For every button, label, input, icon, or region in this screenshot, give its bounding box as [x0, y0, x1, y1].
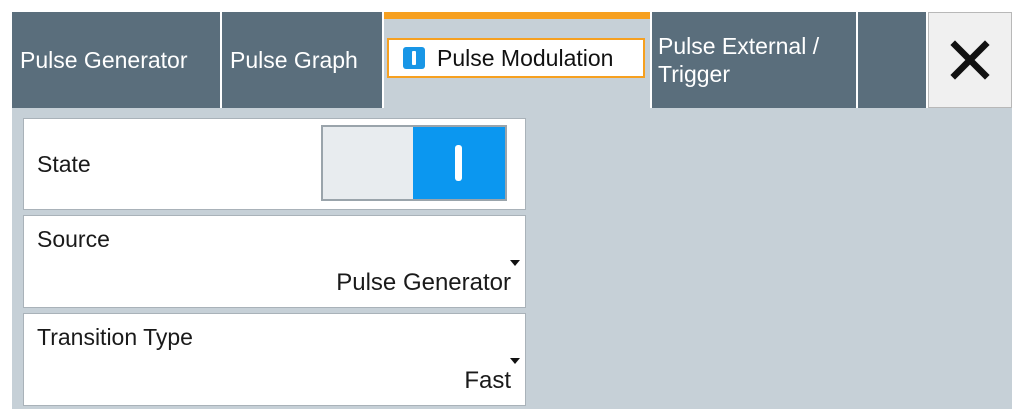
tab-pulse-generator-label: Pulse Generator — [20, 47, 188, 73]
tab-bar-spacer — [858, 12, 926, 108]
state-field: State — [23, 118, 526, 210]
tab-pulse-modulation[interactable]: Pulse Modulation — [384, 12, 650, 108]
tab-pulse-modulation-label: Pulse Modulation — [437, 44, 614, 71]
dropdown-caret-icon — [510, 358, 520, 364]
tab-pulse-external-label-line2: Trigger — [658, 61, 730, 87]
pulse-modulation-panel: State Source Pulse Generator Transition … — [12, 108, 1012, 409]
tab-pulse-external-label-line1: Pulse External / — [658, 33, 820, 59]
active-tab-accent-line — [384, 12, 650, 19]
tab-pulse-external-trigger[interactable]: Pulse External / Trigger — [652, 12, 856, 108]
active-indicator-icon — [403, 47, 425, 69]
tab-pulse-generator[interactable]: Pulse Generator — [12, 12, 220, 108]
tab-pulse-graph-label: Pulse Graph — [230, 47, 358, 73]
source-dropdown[interactable]: Source Pulse Generator — [23, 215, 526, 308]
transition-type-dropdown[interactable]: Transition Type Fast — [23, 313, 526, 406]
source-label: Source — [37, 226, 110, 252]
state-label: State — [37, 151, 91, 177]
transition-type-value: Fast — [464, 367, 511, 394]
state-toggle-on-icon — [413, 127, 505, 199]
dropdown-caret-icon — [510, 260, 520, 266]
tab-pulse-graph[interactable]: Pulse Graph — [222, 12, 382, 108]
source-value: Pulse Generator — [336, 269, 511, 296]
tab-pulse-external-label: Pulse External / Trigger — [652, 32, 819, 88]
active-tab-label-box: Pulse Modulation — [387, 38, 645, 78]
tab-bar: Pulse Generator Pulse Graph Pulse Modula… — [0, 0, 1024, 108]
transition-type-label: Transition Type — [37, 324, 193, 350]
close-button[interactable] — [928, 12, 1012, 108]
state-toggle[interactable] — [321, 125, 507, 201]
close-icon — [950, 40, 990, 80]
